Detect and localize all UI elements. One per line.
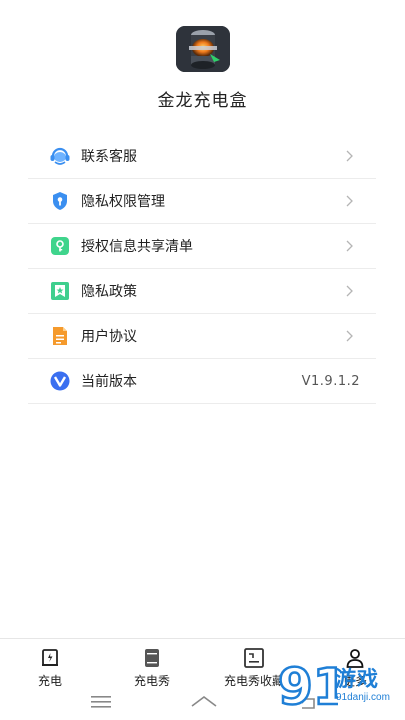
favorites-tab-icon — [243, 648, 265, 668]
chevron-right-icon — [340, 330, 360, 342]
menu-item-privacy-permissions[interactable]: 隐私权限管理 — [28, 179, 376, 224]
menu-item-label: 用户协议 — [81, 329, 137, 345]
home-icon[interactable] — [190, 692, 218, 716]
version-number: V1.9.1.2 — [301, 373, 360, 389]
chevron-right-icon — [340, 285, 360, 297]
menu-item-contact-support[interactable]: 联系客服 — [28, 134, 376, 179]
watermark-url: 91danji.com — [336, 692, 390, 703]
menu-item-label: 当前版本 — [81, 374, 137, 390]
document-icon — [49, 325, 71, 347]
menu-item-authorization-list[interactable]: 授权信息共享清单 — [28, 224, 376, 269]
menu-icon[interactable] — [90, 692, 112, 716]
menu-item-label: 隐私政策 — [81, 284, 137, 300]
tab-label: 充电秀收藏 — [223, 674, 284, 688]
chevron-right-icon — [340, 240, 360, 252]
app-screen: 金龙充电盒 联系客服 隐私权限管理 授权信息共享清单 隐私政策 用户协议 当前版… — [0, 0, 405, 720]
customer-service-icon — [49, 145, 71, 167]
site-watermark: 91 游戏 91danji.com — [276, 652, 405, 718]
menu-item-label: 隐私权限管理 — [81, 194, 165, 210]
chevron-right-icon — [340, 195, 360, 207]
chevron-right-icon — [340, 150, 360, 162]
watermark-logo-icon: 91 — [277, 657, 349, 718]
privacy-shield-icon — [49, 190, 71, 212]
menu-item-label: 联系客服 — [81, 149, 137, 165]
authorization-icon — [49, 235, 71, 257]
app-name: 金龙充电盒 — [157, 91, 248, 111]
menu-item-label: 授权信息共享清单 — [81, 239, 193, 255]
tab-label: 充电 — [37, 674, 62, 688]
phone-tab-icon — [142, 648, 162, 668]
battery-app-logo-icon — [176, 26, 230, 72]
tab-charge[interactable]: 充电 — [0, 639, 100, 689]
bookmark-star-icon — [49, 280, 71, 302]
tab-charge-show[interactable]: 充电秀 — [102, 639, 202, 689]
watermark-text: 游戏 — [335, 667, 379, 691]
menu-item-current-version[interactable]: 当前版本 V1.9.1.2 — [28, 359, 376, 404]
svg-text:91: 91 — [278, 658, 338, 716]
charge-tab-icon — [40, 648, 60, 668]
tab-label: 充电秀 — [133, 674, 170, 688]
settings-menu: 联系客服 隐私权限管理 授权信息共享清单 隐私政策 用户协议 当前版本 V1.9… — [28, 134, 376, 404]
version-v-icon — [49, 370, 71, 392]
menu-item-privacy-policy[interactable]: 隐私政策 — [28, 269, 376, 314]
menu-item-user-agreement[interactable]: 用户协议 — [28, 314, 376, 359]
